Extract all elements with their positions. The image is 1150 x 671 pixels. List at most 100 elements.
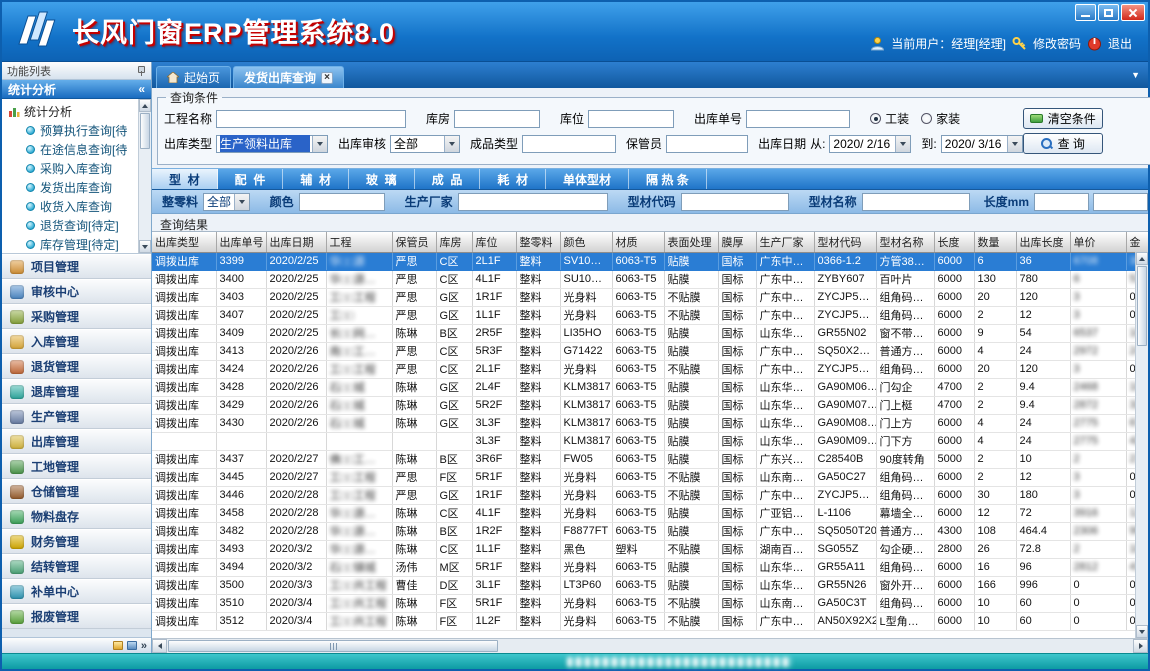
profile-code-input[interactable] bbox=[681, 193, 789, 211]
tree-scrollbar-thumb[interactable] bbox=[140, 113, 150, 149]
sidebar-module[interactable]: 结转管理 bbox=[2, 554, 151, 579]
column-header[interactable]: 整零料 bbox=[516, 232, 560, 252]
sidebar-module[interactable]: 生产管理 bbox=[2, 404, 151, 429]
column-header[interactable]: 库位 bbox=[472, 232, 516, 252]
column-header[interactable]: 金 bbox=[1126, 232, 1148, 252]
table-row[interactable]: 调拨出库34822020/2/28华□□源…陈琳B区1R2F整料F8877FT6… bbox=[152, 522, 1148, 540]
table-row[interactable]: 3L3F整料KLM38176063-T5贴膜国标山东华…GA90M09…门下方6… bbox=[152, 432, 1148, 450]
table-row[interactable]: 调拨出库34942020/3/2石□□镇城汤伟M区5R1F整料光身料6063-T… bbox=[152, 558, 1148, 576]
column-header[interactable]: 数量 bbox=[974, 232, 1016, 252]
column-header[interactable]: 库房 bbox=[436, 232, 472, 252]
monitor-icon[interactable] bbox=[127, 641, 137, 650]
table-row[interactable]: 调拨出库33992020/2/25华□□源严思C区2L1F整料SV10…6063… bbox=[152, 252, 1148, 270]
table-row[interactable]: 调拨出库35122020/3/4工□□共工程陈琳F区1L2F整料光身料6063-… bbox=[152, 612, 1148, 630]
column-header[interactable]: 型材代码 bbox=[814, 232, 876, 252]
column-header[interactable]: 出库类型 bbox=[152, 232, 216, 252]
sidebar-module[interactable]: 物料盘存 bbox=[2, 504, 151, 529]
tree-item[interactable]: 采购入库查询 bbox=[8, 159, 137, 178]
tree-item[interactable]: 库存管理[待定] bbox=[8, 235, 137, 254]
close-button[interactable] bbox=[1121, 4, 1145, 21]
table-row[interactable]: 调拨出库34092020/2/25长□□网…陈琳B区2R5F整料LI35HO60… bbox=[152, 324, 1148, 342]
outbound-audit-select[interactable]: 全部 bbox=[390, 135, 460, 153]
table-row[interactable]: 调拨出库34372020/2/27佛□□工…陈琳B区3R6F整料FW056063… bbox=[152, 450, 1148, 468]
column-header[interactable]: 材质 bbox=[612, 232, 664, 252]
sidebar-module[interactable]: 退库管理 bbox=[2, 379, 151, 404]
scroll-up-icon[interactable] bbox=[139, 99, 151, 112]
tree-item[interactable]: 在途信息查询[待 bbox=[8, 140, 137, 159]
tree-item[interactable]: 发货出库查询 bbox=[8, 178, 137, 197]
column-header[interactable]: 表面处理 bbox=[664, 232, 718, 252]
column-header[interactable]: 出库日期 bbox=[266, 232, 326, 252]
sidebar-module[interactable]: 入库管理 bbox=[2, 329, 151, 354]
sidebar-module[interactable]: 采购管理 bbox=[2, 304, 151, 329]
grid-hscrollbar-thumb[interactable] bbox=[168, 640, 498, 652]
sidebar-module[interactable]: 仓储管理 bbox=[2, 479, 151, 504]
material-tab[interactable]: 配 件 bbox=[218, 169, 284, 189]
grid-horizontal-scrollbar[interactable] bbox=[152, 638, 1148, 653]
grid-vertical-scrollbar[interactable] bbox=[1135, 252, 1148, 638]
sidebar-module[interactable]: 出库管理 bbox=[2, 429, 151, 454]
column-header[interactable]: 生产厂家 bbox=[756, 232, 814, 252]
material-tab[interactable]: 耗 材 bbox=[480, 169, 546, 189]
scroll-down-icon[interactable] bbox=[139, 240, 151, 253]
scroll-up-icon[interactable] bbox=[1136, 252, 1148, 265]
more-icon[interactable]: » bbox=[141, 640, 147, 652]
date-to-picker[interactable]: 2020/ 3/16 bbox=[941, 135, 1023, 153]
column-header[interactable]: 长度 bbox=[934, 232, 974, 252]
table-row[interactable]: 调拨出库34302020/2/26石□□城陈琳G区3L3F整料KLM381760… bbox=[152, 414, 1148, 432]
whole-part-select[interactable]: 全部 bbox=[203, 193, 250, 211]
scroll-left-icon[interactable] bbox=[152, 639, 167, 653]
tab-close-icon[interactable]: × bbox=[321, 72, 333, 84]
project-name-input[interactable] bbox=[216, 110, 406, 128]
tree-scrollbar[interactable] bbox=[138, 99, 151, 253]
date-from-picker[interactable]: 2020/ 2/16 bbox=[829, 135, 911, 153]
product-type-input[interactable] bbox=[522, 135, 616, 153]
folder-icon[interactable] bbox=[113, 641, 123, 650]
scroll-right-icon[interactable] bbox=[1133, 639, 1148, 653]
column-header[interactable]: 膜厚 bbox=[718, 232, 756, 252]
keeper-input[interactable] bbox=[666, 135, 748, 153]
collapse-icon[interactable]: « bbox=[138, 82, 145, 96]
radio-jiazhuang[interactable] bbox=[921, 113, 932, 124]
outbound-no-input[interactable] bbox=[746, 110, 850, 128]
search-button[interactable]: 查 询 bbox=[1023, 133, 1103, 154]
location-input[interactable] bbox=[588, 110, 674, 128]
material-tab[interactable]: 型 材 bbox=[152, 169, 218, 189]
table-row[interactable]: 调拨出库34002020/2/25华□□源…严思C区4L1F整料SU10…606… bbox=[152, 270, 1148, 288]
table-row[interactable]: 调拨出库34032020/2/25工□□工程严思G区1R1F整料光身料6063-… bbox=[152, 288, 1148, 306]
tree-root-statistics[interactable]: 统计分析 bbox=[8, 102, 137, 121]
tab-home[interactable]: 起始页 bbox=[156, 66, 231, 88]
grid-scrollbar-thumb[interactable] bbox=[1137, 266, 1147, 346]
radio-gongzhuang[interactable] bbox=[870, 113, 881, 124]
column-header[interactable]: 型材名称 bbox=[876, 232, 934, 252]
sidebar-module[interactable]: 财务管理 bbox=[2, 529, 151, 554]
maker-input[interactable] bbox=[458, 193, 608, 211]
column-header[interactable]: 保管员 bbox=[392, 232, 436, 252]
column-header[interactable]: 出库长度 bbox=[1016, 232, 1070, 252]
length-min-input[interactable] bbox=[1034, 193, 1089, 211]
table-row[interactable]: 调拨出库35002020/3/3工□□共工程曹佳D区3L1F整料LT3P6060… bbox=[152, 576, 1148, 594]
profile-name-input[interactable] bbox=[862, 193, 970, 211]
material-tab[interactable]: 隔 热 条 bbox=[629, 169, 707, 189]
sidebar-module[interactable]: 退货管理 bbox=[2, 354, 151, 379]
table-row[interactable]: 调拨出库34582020/2/28华□□源…陈琳C区4L1F整料光身料6063-… bbox=[152, 504, 1148, 522]
sidebar-module[interactable]: 补单中心 bbox=[2, 579, 151, 604]
column-header[interactable]: 颜色 bbox=[560, 232, 612, 252]
pin-icon[interactable] bbox=[135, 65, 146, 76]
table-row[interactable]: 调拨出库34932020/3/2华□□源…陈琳C区1L1F整料黑色塑料不贴膜国标… bbox=[152, 540, 1148, 558]
material-tab[interactable]: 玻 璃 bbox=[349, 169, 415, 189]
sidebar-module[interactable]: 报废管理 bbox=[2, 604, 151, 629]
column-header[interactable]: 工程 bbox=[326, 232, 392, 252]
sidebar-module[interactable]: 工地管理 bbox=[2, 454, 151, 479]
tree-item[interactable]: 收货入库查询 bbox=[8, 197, 137, 216]
maximize-button[interactable] bbox=[1098, 4, 1119, 21]
table-row[interactable]: 调拨出库34292020/2/26石□□城陈琳G区5R2F整料KLM381760… bbox=[152, 396, 1148, 414]
table-row[interactable]: 调拨出库34132020/2/26南□□工…严思C区5R3F整料G7142260… bbox=[152, 342, 1148, 360]
color-input[interactable] bbox=[299, 193, 385, 211]
logout-link[interactable]: 退出 bbox=[1108, 35, 1132, 52]
table-row[interactable]: 调拨出库34452020/2/27工□□工程严思F区5R1F整料光身料6063-… bbox=[152, 468, 1148, 486]
tree-item[interactable]: 退货查询[待定] bbox=[8, 216, 137, 235]
table-row[interactable]: 调拨出库34072020/2/25工□□严思G区1L1F整料光身料6063-T5… bbox=[152, 306, 1148, 324]
scroll-down-icon[interactable] bbox=[1136, 625, 1148, 638]
column-header[interactable]: 单价 bbox=[1070, 232, 1126, 252]
